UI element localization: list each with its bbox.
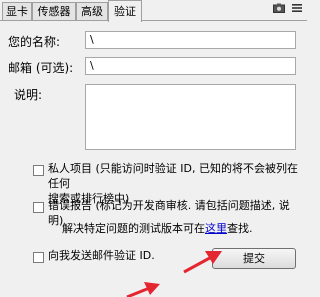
submit-button[interactable]: 提交	[212, 248, 296, 269]
arrow-line-lower	[126, 285, 153, 297]
fix-note-suffix: 查找.	[227, 222, 253, 235]
tab-graphics-card[interactable]: 显卡	[2, 2, 32, 21]
description-textarea[interactable]	[85, 84, 296, 150]
tab-divider	[0, 20, 307, 21]
camera-icon[interactable]	[273, 3, 285, 13]
email-label: 邮箱 (可选):	[8, 61, 74, 75]
tab-bar: 显卡 传感器 高级 验证	[0, 0, 307, 22]
menu-icon[interactable]	[291, 3, 303, 13]
bug-report-checkbox[interactable]	[33, 202, 44, 213]
name-field[interactable]: \	[85, 31, 296, 49]
private-project-checkbox[interactable]	[33, 165, 44, 176]
name-label: 您的名称:	[8, 35, 61, 49]
fix-note: 解决特定问题的测试版本可在这里查找.	[62, 221, 253, 236]
tab-validation[interactable]: 验证	[108, 0, 142, 22]
tab-sensors[interactable]: 传感器	[32, 2, 76, 21]
send-email-label: 向我发送邮件验证 ID.	[48, 249, 155, 262]
description-label: 说明:	[14, 88, 43, 102]
send-email-checkbox[interactable]	[33, 252, 44, 263]
arrow-head-lower	[144, 282, 160, 295]
tab-advanced[interactable]: 高级	[76, 2, 108, 21]
email-field[interactable]: \	[85, 57, 296, 75]
fix-note-prefix: 解决特定问题的测试版本可在	[62, 222, 205, 235]
top-icons	[273, 3, 303, 13]
here-link[interactable]: 这里	[205, 222, 227, 235]
